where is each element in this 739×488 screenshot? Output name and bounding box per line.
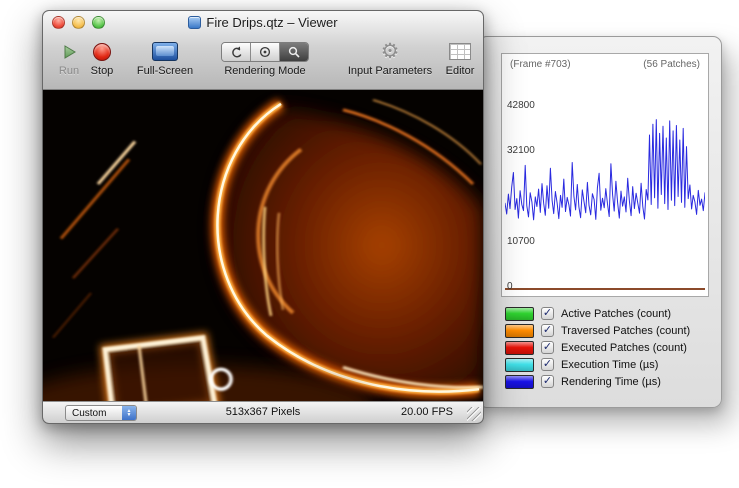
patch-counter: (56 Patches) (643, 59, 700, 70)
legend-color-swatch (505, 375, 534, 389)
y-axis-tick-label: 32100 (507, 145, 535, 156)
input-parameters-label: Input Parameters (348, 65, 432, 77)
chart-canvas (505, 76, 705, 288)
magnifier-icon (287, 45, 301, 59)
resize-grip[interactable] (467, 407, 481, 421)
rendering-mode-segment-2[interactable] (251, 43, 280, 61)
editor-label: Editor (446, 65, 475, 77)
stop-icon (93, 43, 111, 61)
legend-checkbox[interactable] (541, 375, 554, 388)
window-chrome: Fire Drips.qtz – Viewer Run (43, 11, 483, 90)
toolbar: Run Stop Full-Screen (43, 33, 483, 77)
stop-label: Stop (91, 65, 114, 77)
close-button[interactable] (52, 16, 65, 29)
legend-checkbox[interactable] (541, 307, 554, 320)
rendering-mode-label: Rendering Mode (224, 65, 305, 77)
run-play-icon (59, 38, 79, 65)
legend-item: Executed Patches (count) (505, 339, 713, 356)
rendering-mode-segment-3[interactable] (280, 43, 308, 61)
rendering-mode-control: Rendering Mode (213, 38, 317, 77)
gear-icon (381, 41, 400, 62)
stop-button[interactable]: Stop (85, 38, 119, 77)
fire-render (43, 90, 483, 401)
zoom-button[interactable] (92, 16, 105, 29)
legend-item-label: Executed Patches (count) (561, 342, 687, 354)
chart-plot-area: 42800 32100 10700 0 (505, 76, 705, 290)
window-title: Fire Drips.qtz – Viewer (206, 15, 337, 30)
grid-icon (449, 43, 471, 60)
legend-item-label: Active Patches (count) (561, 308, 671, 320)
desktop: (Frame #703) (56 Patches) 42800 32100 1070… (0, 0, 739, 488)
fps-readout: 20.00 FPS (401, 406, 453, 418)
run-label: Run (59, 65, 79, 77)
document-icon (188, 16, 201, 29)
fullscreen-label: Full-Screen (137, 65, 193, 77)
viewer-window: Fire Drips.qtz – Viewer Run (42, 10, 484, 424)
y-axis-tick-label: 42800 (507, 100, 535, 111)
statusbar: Custom 513x367 Pixels 20.00 FPS (43, 401, 483, 423)
y-axis-tick-label: 0 (507, 281, 513, 292)
legend-checkbox[interactable] (541, 341, 554, 354)
legend-color-swatch (505, 341, 534, 355)
titlebar: Fire Drips.qtz – Viewer (43, 11, 483, 33)
display-icon (152, 42, 178, 61)
y-axis-tick-label: 10700 (507, 236, 535, 247)
legend-item: Rendering Time (µs) (505, 373, 713, 390)
legend-item: Traversed Patches (count) (505, 322, 713, 339)
legend-item-label: Traversed Patches (count) (561, 325, 690, 337)
legend-item: Active Patches (count) (505, 305, 713, 322)
frame-counter: (Frame #703) (510, 59, 571, 70)
legend: Active Patches (count) Traversed Patches … (505, 305, 713, 390)
statistics-drawer: (Frame #703) (56 Patches) 42800 32100 1070… (478, 36, 722, 408)
viewer-canvas (43, 90, 483, 401)
legend-checkbox[interactable] (541, 358, 554, 371)
input-parameters-button[interactable]: Input Parameters (343, 38, 437, 77)
legend-item-label: Execution Time (µs) (561, 359, 658, 371)
legend-color-swatch (505, 358, 534, 372)
sphere-icon (258, 45, 272, 59)
legend-checkbox[interactable] (541, 324, 554, 337)
fullscreen-button[interactable]: Full-Screen (133, 38, 197, 77)
legend-item: Execution Time (µs) (505, 356, 713, 373)
refresh-arc-icon (229, 45, 243, 59)
rendering-time-line (505, 120, 705, 220)
minimize-button[interactable] (72, 16, 85, 29)
legend-color-swatch (505, 307, 534, 321)
legend-color-swatch (505, 324, 534, 338)
legend-item-label: Rendering Time (µs) (561, 376, 661, 388)
performance-graph: (Frame #703) (56 Patches) 42800 32100 1070… (501, 53, 709, 297)
rendering-mode-segment-1[interactable] (222, 43, 251, 61)
editor-button[interactable]: Editor (437, 38, 483, 77)
run-button[interactable]: Run (53, 38, 85, 77)
